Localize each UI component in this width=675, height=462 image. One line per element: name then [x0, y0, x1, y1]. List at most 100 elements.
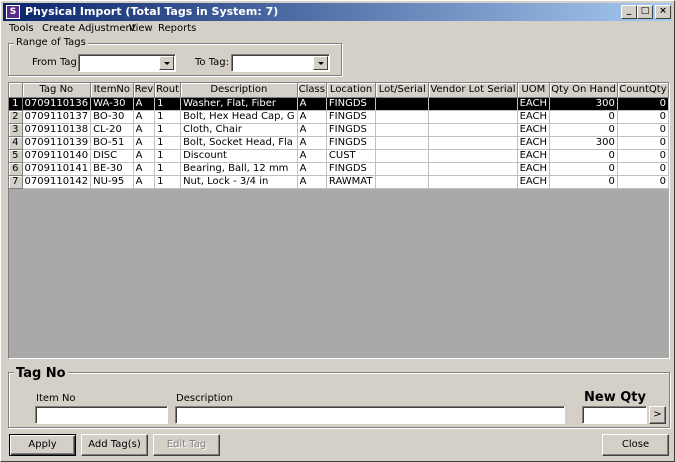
- cell-rout[interactable]: 1: [154, 175, 182, 189]
- cell-vendor-lot-serial[interactable]: [428, 97, 518, 111]
- cell-description[interactable]: Bolt, Hex Head Cap, G: [180, 110, 298, 124]
- cell-location[interactable]: FINGDS: [326, 123, 377, 137]
- cell-description[interactable]: Bolt, Socket Head, Fla: [180, 136, 298, 150]
- new-qty-field[interactable]: [582, 406, 647, 424]
- column-header-rout[interactable]: Rout: [154, 83, 182, 98]
- cell-class[interactable]: A: [297, 149, 327, 163]
- item-no-field[interactable]: [35, 406, 168, 424]
- menu-view[interactable]: View: [129, 23, 153, 34]
- cell-rev[interactable]: A: [133, 123, 156, 137]
- cell-qty-on-hand[interactable]: 0: [549, 162, 618, 176]
- cell-countqty[interactable]: 0: [617, 162, 669, 176]
- cell-tag-no[interactable]: 0709110138: [22, 123, 92, 137]
- column-header-rev[interactable]: Rev: [133, 83, 156, 98]
- cell-rev[interactable]: A: [133, 175, 156, 189]
- column-header-qty-on-hand[interactable]: Qty On Hand: [549, 83, 618, 98]
- row-number[interactable]: 1: [9, 97, 23, 111]
- menu-create-adjustment[interactable]: Create Adjustment: [42, 23, 136, 34]
- cell-qty-on-hand[interactable]: 300: [549, 97, 618, 111]
- column-header-description[interactable]: Description: [180, 83, 298, 98]
- cell-description[interactable]: Nut, Lock - 3/4 in: [180, 175, 298, 189]
- cell-description[interactable]: Cloth, Chair: [180, 123, 298, 137]
- table-row[interactable]: 2 0709110137 BO-30 A 1 Bolt, Hex Head Cap, GA…: [9, 110, 669, 124]
- cell-countqty[interactable]: 0: [617, 149, 669, 163]
- cell-countqty[interactable]: 0: [617, 97, 669, 111]
- row-number[interactable]: 2: [9, 110, 23, 124]
- cell-lot-serial[interactable]: [375, 123, 430, 137]
- cell-location[interactable]: RAWMAT: [326, 175, 377, 189]
- cell-class[interactable]: A: [297, 136, 327, 150]
- column-header-lot-serial[interactable]: Lot/Serial: [375, 83, 430, 98]
- cell-lot-serial[interactable]: [375, 136, 430, 150]
- column-header-itemno[interactable]: ItemNo: [90, 83, 134, 98]
- cell-itemno[interactable]: BE-30: [90, 162, 134, 176]
- cell-description[interactable]: Bearing, Ball, 12 mm: [180, 162, 298, 176]
- cell-qty-on-hand[interactable]: 0: [549, 123, 618, 137]
- cell-rev[interactable]: A: [133, 110, 156, 124]
- cell-uom[interactable]: EACH: [517, 175, 551, 189]
- cell-countqty[interactable]: 0: [617, 110, 669, 124]
- cell-itemno[interactable]: BO-51: [90, 136, 134, 150]
- cell-location[interactable]: FINGDS: [326, 162, 377, 176]
- cell-location[interactable]: FINGDS: [326, 97, 377, 111]
- cell-lot-serial[interactable]: [375, 162, 430, 176]
- column-header-class[interactable]: Class: [297, 83, 327, 98]
- cell-tag-no[interactable]: 0709110137: [22, 110, 92, 124]
- column-header-vendor-lot-serial[interactable]: Vendor Lot Serial: [428, 83, 518, 98]
- cell-uom[interactable]: EACH: [517, 97, 551, 111]
- cell-class[interactable]: A: [297, 97, 327, 111]
- to-tag-combo[interactable]: [231, 54, 330, 72]
- cell-uom[interactable]: EACH: [517, 110, 551, 124]
- cell-rout[interactable]: 1: [154, 123, 182, 137]
- table-row[interactable]: 6 0709110141 BE-30 A 1 Bearing, Ball, 12 mm A F…: [9, 162, 669, 176]
- from-tag-combo[interactable]: [78, 54, 176, 72]
- apply-button[interactable]: Apply: [9, 434, 76, 456]
- cell-rev[interactable]: A: [133, 136, 156, 150]
- cell-description[interactable]: Washer, Flat, Fiber: [180, 97, 298, 111]
- cell-location[interactable]: CUST: [326, 149, 377, 163]
- close-window-button[interactable]: ×: [655, 5, 671, 19]
- cell-class[interactable]: A: [297, 175, 327, 189]
- cell-vendor-lot-serial[interactable]: [428, 110, 518, 124]
- title-bar[interactable]: S Physical Import (Total Tags in System:…: [3, 3, 672, 21]
- column-header-tag-no[interactable]: Tag No: [22, 83, 92, 98]
- row-number[interactable]: 4: [9, 136, 23, 150]
- cell-rout[interactable]: 1: [154, 97, 182, 111]
- row-number[interactable]: 7: [9, 175, 23, 189]
- cell-location[interactable]: FINGDS: [326, 136, 377, 150]
- table-row[interactable]: 1 0709110136 WA-30 A 1 Washer, Flat, Fiber A FI…: [9, 97, 669, 111]
- cell-qty-on-hand[interactable]: 0: [549, 110, 618, 124]
- cell-rev[interactable]: A: [133, 97, 156, 111]
- row-number[interactable]: 5: [9, 149, 23, 163]
- table-row[interactable]: 4 0709110139 BO-51 A 1 Bolt, Socket Head, Fla…: [9, 136, 669, 150]
- cell-location[interactable]: FINGDS: [326, 110, 377, 124]
- cell-vendor-lot-serial[interactable]: [428, 175, 518, 189]
- cell-itemno[interactable]: WA-30: [90, 97, 134, 111]
- column-header-countqty[interactable]: CountQty: [617, 83, 669, 98]
- minimize-button[interactable]: _: [621, 5, 637, 19]
- cell-tag-no[interactable]: 0709110141: [22, 162, 92, 176]
- cell-countqty[interactable]: 0: [617, 136, 669, 150]
- cell-rout[interactable]: 1: [154, 162, 182, 176]
- cell-countqty[interactable]: 0: [617, 175, 669, 189]
- cell-lot-serial[interactable]: [375, 110, 430, 124]
- cell-rev[interactable]: A: [133, 149, 156, 163]
- to-tag-dropdown-button[interactable]: [313, 56, 328, 70]
- cell-vendor-lot-serial[interactable]: [428, 136, 518, 150]
- cell-countqty[interactable]: 0: [617, 123, 669, 137]
- table-row[interactable]: 5 0709110140 DISC A 1 Discount A CUST EACH 0 0: [9, 149, 669, 163]
- cell-qty-on-hand[interactable]: 300: [549, 136, 618, 150]
- from-tag-dropdown-button[interactable]: [159, 56, 174, 70]
- cell-tag-no[interactable]: 0709110136: [22, 97, 92, 111]
- tags-grid[interactable]: Tag No ItemNo Rev Rout Description Class Locat…: [8, 82, 670, 359]
- cell-itemno[interactable]: CL-20: [90, 123, 134, 137]
- cell-tag-no[interactable]: 0709110142: [22, 175, 92, 189]
- cell-vendor-lot-serial[interactable]: [428, 149, 518, 163]
- cell-qty-on-hand[interactable]: 0: [549, 149, 618, 163]
- close-button[interactable]: Close: [602, 434, 669, 456]
- cell-rout[interactable]: 1: [154, 136, 182, 150]
- cell-lot-serial[interactable]: [375, 97, 430, 111]
- cell-uom[interactable]: EACH: [517, 123, 551, 137]
- menu-reports[interactable]: Reports: [158, 23, 196, 34]
- cell-class[interactable]: A: [297, 110, 327, 124]
